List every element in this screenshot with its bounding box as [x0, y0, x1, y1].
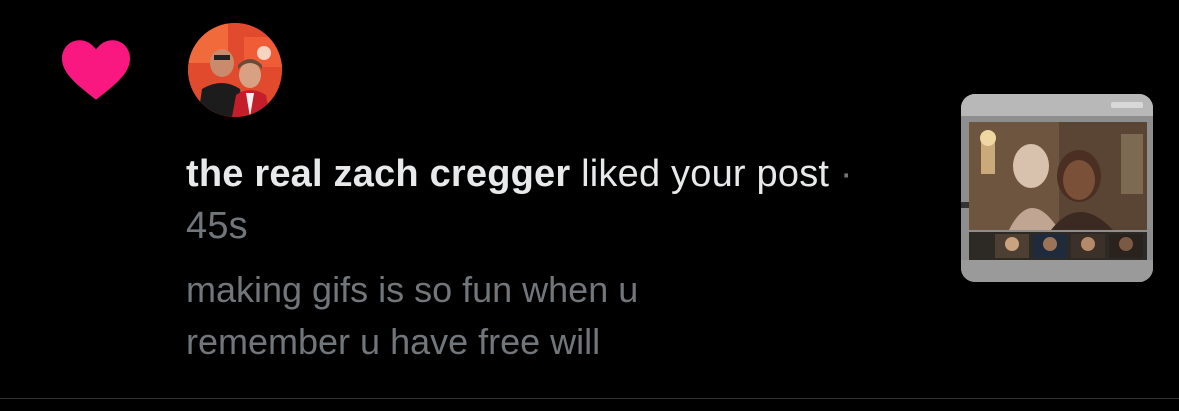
heart-icon: [62, 40, 130, 100]
notification-headline: the real zach cregger liked your post · …: [186, 148, 886, 252]
timestamp: 45s: [186, 205, 248, 247]
action-text: liked your post: [570, 153, 830, 195]
author-name[interactable]: the real zach cregger: [186, 153, 570, 195]
media-thumbnail[interactable]: [961, 94, 1153, 282]
post-snippet[interactable]: making gifs is so fun when u remember u …: [186, 264, 766, 368]
avatar[interactable]: [188, 23, 282, 117]
separator: ·: [829, 153, 853, 195]
divider: [0, 398, 1179, 399]
notification-text: the real zach cregger liked your post · …: [186, 148, 886, 368]
like-notification[interactable]: the real zach cregger liked your post · …: [0, 0, 1179, 398]
